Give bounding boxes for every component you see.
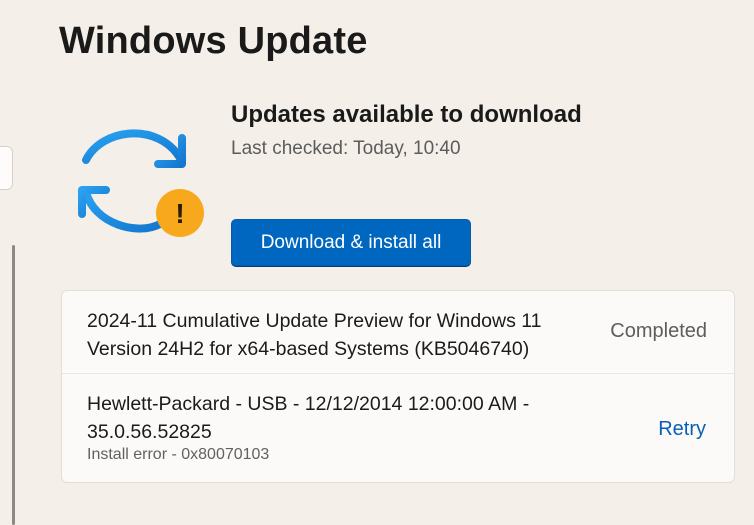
status-text: Completed — [610, 320, 707, 342]
list-item: Hewlett-Packard - USB - 12/12/2014 12:00… — [62, 375, 734, 482]
update-name: 2024-11 Cumulative Update Preview for Wi… — [87, 310, 542, 360]
page-title: Windows Update — [59, 20, 368, 62]
error-text: Install error - 0x80070103 — [87, 446, 270, 463]
scrollbar[interactable] — [12, 245, 15, 525]
updates-list: 2024-11 Cumulative Update Preview for Wi… — [61, 290, 735, 483]
retry-link[interactable]: Retry — [658, 418, 706, 441]
list-item: 2024-11 Cumulative Update Preview for Wi… — [62, 291, 734, 374]
nav-edge-element[interactable] — [0, 146, 13, 190]
sync-warning-icon: ! — [74, 124, 208, 240]
last-checked-text: Last checked: Today, 10:40 — [231, 138, 461, 159]
download-install-all-button[interactable]: Download & install all — [231, 219, 471, 266]
warning-icon: ! — [175, 198, 184, 229]
update-name: Hewlett-Packard - USB - 12/12/2014 12:00… — [87, 393, 530, 443]
status-title: Updates available to download — [231, 101, 582, 128]
